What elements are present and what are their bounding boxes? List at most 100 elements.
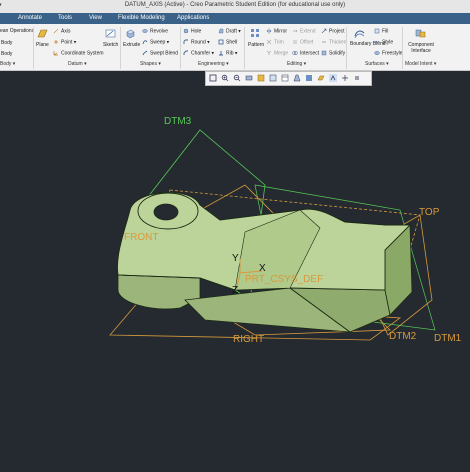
round-icon xyxy=(183,39,188,44)
repaint-icon[interactable] xyxy=(245,74,253,82)
swept-blend-button[interactable]: Swept Blend xyxy=(142,50,178,56)
intersect-button[interactable]: Intersect xyxy=(292,50,319,56)
sweep-icon xyxy=(142,40,148,45)
extend-button[interactable]: Extend xyxy=(292,28,316,34)
top-label[interactable]: TOP xyxy=(419,207,440,218)
reorient-icon[interactable] xyxy=(257,74,265,82)
zoom-in-icon[interactable] xyxy=(221,74,229,82)
surfaces-group-footer[interactable]: Surfaces ▾ xyxy=(365,61,389,67)
dtm3-label[interactable]: DTM3 xyxy=(164,116,192,127)
refit-icon[interactable] xyxy=(209,74,217,82)
datum-display-icon[interactable] xyxy=(317,74,325,82)
extrude-button[interactable]: Extrude xyxy=(123,42,140,48)
front-label[interactable]: FRONT xyxy=(124,232,158,243)
fill-button[interactable]: Fill xyxy=(374,28,388,34)
component-interface-icon xyxy=(415,29,426,38)
intersect-icon xyxy=(292,51,298,55)
shell-button[interactable]: Shell xyxy=(218,39,237,45)
round-button[interactable]: Round ▾ xyxy=(183,39,210,45)
axis-icon xyxy=(53,28,59,34)
mirror-label: Mirror xyxy=(274,28,288,35)
fill-label: Fill xyxy=(382,28,389,35)
perspective-icon[interactable] xyxy=(293,74,301,82)
body-button[interactable]: Body xyxy=(1,40,12,46)
solidify-icon xyxy=(321,50,327,56)
chamfer-icon xyxy=(183,50,188,55)
coordinate-system-button[interactable]: Coordinate System xyxy=(53,50,104,56)
project-button[interactable]: Project xyxy=(321,28,345,34)
fill-icon xyxy=(374,28,380,34)
title-bar: ▾ DATUM_AXIS (Active) - Creo Parametric … xyxy=(0,0,470,14)
model-viewport[interactable]: X Y Z DTM3 TOP FRONT PRT_CSYS_DEF RIGHT … xyxy=(0,85,470,470)
offset-button[interactable]: Offset xyxy=(292,39,313,45)
body-group-footer[interactable]: Body ▾ xyxy=(0,61,15,67)
extrude-icon xyxy=(126,29,135,39)
rib-button[interactable]: Rib ▾ xyxy=(218,50,237,56)
component-interface-button[interactable]: Component Interface xyxy=(405,42,437,54)
spin-center-icon[interactable] xyxy=(341,74,349,82)
dtm1-label[interactable]: DTM1 xyxy=(434,333,462,344)
sweep-button[interactable]: Sweep ▾ xyxy=(142,39,169,45)
style-button[interactable]: Style xyxy=(374,39,393,45)
group-divider xyxy=(346,27,347,69)
plane-button[interactable]: Plane xyxy=(36,42,49,48)
tab-flexible-modeling[interactable]: Flexible Modeling xyxy=(118,15,165,21)
group-divider xyxy=(244,27,245,69)
point-button[interactable]: Point ▾ xyxy=(53,39,76,45)
right-label[interactable]: RIGHT xyxy=(233,334,264,345)
mirror-button[interactable]: Mirror xyxy=(266,28,287,34)
freestyle-button[interactable]: Freestyle xyxy=(374,50,403,56)
sketch-icon xyxy=(105,29,116,38)
sketch-button[interactable]: Sketch xyxy=(103,42,118,48)
style-label: Style xyxy=(382,39,394,46)
swept-blend-label: Swept Blend xyxy=(150,50,179,57)
pattern-button[interactable]: Pattern xyxy=(248,42,264,48)
engineering-group-footer[interactable]: Engineering ▾ xyxy=(198,61,229,67)
graphics-toolbar xyxy=(205,71,372,86)
shell-label: Shell xyxy=(226,39,238,46)
tab-applications[interactable]: Applications xyxy=(177,15,209,21)
plane-icon xyxy=(37,29,48,38)
graphics-area[interactable]: X Y Z DTM3 TOP FRONT PRT_CSYS_DEF RIGHT … xyxy=(0,85,470,470)
model-intent-group-footer[interactable]: Model Intent ▾ xyxy=(405,61,436,67)
datum-group-footer[interactable]: Datum ▾ xyxy=(68,61,87,67)
extend-icon xyxy=(293,29,298,33)
pause-animation-icon[interactable] xyxy=(353,74,361,82)
thicken-button[interactable]: Thicken xyxy=(321,39,347,45)
saved-orientations-icon[interactable] xyxy=(269,74,277,82)
csys-label[interactable]: PRT_CSYS_DEF xyxy=(245,274,323,285)
hole-label: Hole xyxy=(191,28,202,35)
axis-label: Axis xyxy=(61,28,71,35)
tab-annotate[interactable]: Annotate xyxy=(18,15,42,21)
hole-icon xyxy=(183,28,189,34)
freestyle-label: Freestyle xyxy=(382,50,403,57)
hole-button[interactable]: Hole xyxy=(183,28,201,34)
shapes-group-footer[interactable]: Shapes ▾ xyxy=(140,61,161,67)
tab-view[interactable]: View xyxy=(89,15,102,21)
trim-button[interactable]: Trim xyxy=(266,39,284,45)
solidify-button[interactable]: Solidify xyxy=(321,50,345,56)
thicken-icon xyxy=(322,41,326,43)
dtm2-label[interactable]: DTM2 xyxy=(389,331,417,342)
coordinate-system-icon xyxy=(53,51,58,56)
chamfer-button[interactable]: Chamfer ▾ xyxy=(183,50,214,56)
group-divider xyxy=(120,27,121,69)
boolean-operations-button[interactable]: ean Operations xyxy=(0,28,34,34)
editing-group-footer[interactable]: Editing ▾ xyxy=(287,61,306,67)
annotation-display-icon[interactable] xyxy=(329,74,337,82)
revolve-button[interactable]: Revolve xyxy=(142,28,168,34)
boundary-blend-icon xyxy=(354,30,365,39)
tab-tools[interactable]: Tools xyxy=(58,15,72,21)
draft-icon xyxy=(218,28,224,34)
body-button-2[interactable]: Body xyxy=(1,51,12,57)
axis-button[interactable]: Axis xyxy=(53,28,70,34)
view-manager-icon[interactable] xyxy=(281,74,289,82)
csys-y-label: Y xyxy=(232,253,239,264)
merge-button[interactable]: Merge xyxy=(266,50,288,56)
draft-button[interactable]: Draft ▾ xyxy=(218,28,241,34)
extend-label: Extend xyxy=(300,28,316,35)
trim-icon xyxy=(266,39,272,45)
display-style-icon[interactable] xyxy=(305,74,313,82)
zoom-out-icon[interactable] xyxy=(233,74,241,82)
revolve-label: Revolve xyxy=(150,28,169,35)
